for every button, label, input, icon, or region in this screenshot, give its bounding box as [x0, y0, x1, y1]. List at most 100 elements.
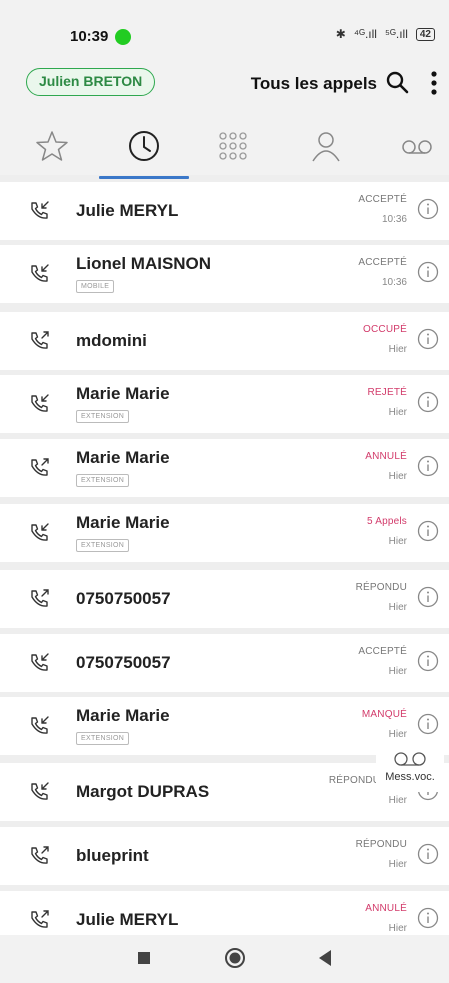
contact-name: 0750750057 — [76, 653, 171, 672]
page-title[interactable]: Tous les appels — [251, 74, 377, 94]
call-row[interactable]: blueprint RÉPONDU Hier — [0, 827, 449, 885]
info-icon[interactable] — [417, 713, 439, 735]
contact-name: Marie Marie — [76, 448, 170, 467]
incoming-call-icon — [31, 264, 49, 282]
number-type-badge: EXTENSION — [76, 732, 130, 745]
incoming-call-icon — [31, 716, 49, 734]
info-icon[interactable] — [417, 455, 439, 477]
contact-name: mdomini — [76, 331, 147, 350]
contact-name: Lionel MAISNON — [76, 254, 212, 273]
tab-keypad[interactable] — [213, 126, 253, 166]
call-row[interactable]: mdomini OCCUPÉ Hier — [0, 312, 449, 370]
call-row[interactable]: Marie Marie EXTENSION REJETÉ Hier — [0, 375, 449, 433]
incoming-call-icon — [31, 523, 49, 541]
call-row[interactable]: 0750750057 RÉPONDU Hier — [0, 570, 449, 628]
number-type-badge: MOBILE — [76, 280, 115, 293]
battery-icon: 42 — [415, 27, 435, 41]
call-time: Hier — [388, 666, 407, 677]
info-icon[interactable] — [417, 198, 439, 220]
call-time: Hier — [388, 795, 407, 806]
info-icon[interactable] — [417, 328, 439, 350]
outgoing-call-icon — [31, 331, 49, 349]
call-status: OCCUPÉ — [363, 324, 407, 335]
search-icon[interactable] — [385, 70, 409, 94]
clock-icon — [129, 131, 159, 161]
keypad-icon — [219, 132, 247, 160]
number-type-badge: EXTENSION — [76, 410, 130, 423]
call-row[interactable]: 0750750057 ACCEPTÉ Hier — [0, 634, 449, 692]
home-icon[interactable] — [224, 947, 246, 969]
call-time: Hier — [388, 859, 407, 870]
call-time: 10:36 — [381, 214, 407, 225]
call-time: Hier — [388, 923, 407, 934]
info-icon[interactable] — [417, 843, 439, 865]
outgoing-call-icon — [31, 910, 49, 928]
app-header: Julien BRETON Tous les appels — [0, 50, 449, 179]
call-time: 10:36 — [381, 277, 407, 288]
call-status: RÉPONDU — [355, 839, 407, 850]
recent-apps-icon[interactable] — [137, 951, 151, 965]
info-icon[interactable] — [417, 907, 439, 929]
clock: 10:39 — [70, 28, 109, 45]
call-time: Hier — [388, 536, 407, 547]
voicemail-icon — [402, 140, 432, 154]
contact-name: blueprint — [76, 846, 149, 865]
contact-name: 0750750057 — [76, 589, 171, 608]
back-icon[interactable] — [318, 949, 332, 967]
bluetooth-icon: ✱ — [335, 27, 346, 41]
system-nav-bar — [0, 935, 449, 983]
number-type-badge: EXTENSION — [76, 539, 130, 552]
info-icon[interactable] — [417, 391, 439, 413]
call-row[interactable]: Julie MERYL ACCEPTÉ 10:36 — [0, 182, 449, 240]
status-bar: 10:39 ✱ ⁴ᴳ.ıll ⁵ᴳ.ıll 42 — [0, 0, 449, 50]
info-icon[interactable] — [417, 520, 439, 542]
call-row[interactable]: Lionel MAISNON MOBILE ACCEPTÉ 10:36 — [0, 245, 449, 303]
call-time: Hier — [388, 602, 407, 613]
outgoing-call-icon — [31, 589, 49, 607]
tab-history[interactable] — [124, 126, 164, 166]
tab-contacts[interactable] — [306, 126, 346, 166]
user-chip[interactable]: Julien BRETON — [26, 68, 156, 96]
voicemail-label: Mess.voc. — [385, 771, 435, 783]
incoming-call-icon — [31, 201, 49, 219]
call-time: Hier — [388, 407, 407, 418]
contact-name: Margot DUPRAS — [76, 782, 210, 801]
tab-favorites[interactable] — [32, 126, 72, 166]
incoming-call-icon — [31, 653, 49, 671]
active-call-dot — [115, 29, 131, 45]
call-status: ACCEPTÉ — [358, 646, 407, 657]
more-vert-icon[interactable] — [429, 70, 439, 96]
call-time: Hier — [388, 344, 407, 355]
tab-voicemail[interactable] — [397, 126, 437, 166]
incoming-call-icon — [31, 394, 49, 412]
contact-name: Julie MERYL — [76, 910, 179, 929]
voicemail-icon — [394, 752, 426, 766]
signal-icon-2: ⁵ᴳ.ıll — [384, 27, 408, 41]
info-icon[interactable] — [417, 650, 439, 672]
contact-name: Marie Marie — [76, 513, 170, 532]
call-status: 5 Appels — [367, 516, 407, 527]
call-status: ANNULÉ — [365, 451, 407, 462]
info-icon[interactable] — [417, 261, 439, 283]
call-status: ANNULÉ — [365, 903, 407, 914]
info-icon[interactable] — [417, 586, 439, 608]
contact-name: Marie Marie — [76, 706, 170, 725]
call-row[interactable]: Marie Marie EXTENSION ANNULÉ Hier — [0, 439, 449, 497]
outgoing-call-icon — [31, 458, 49, 476]
signal-icon: ⁴ᴳ.ıll — [353, 27, 377, 41]
incoming-call-icon — [31, 782, 49, 800]
call-status: ACCEPTÉ — [358, 194, 407, 205]
contact-name: Marie Marie — [76, 384, 170, 403]
tab-bar — [0, 116, 449, 176]
call-row[interactable]: Marie Marie EXTENSION 5 Appels Hier — [0, 504, 449, 562]
call-time: Hier — [388, 471, 407, 482]
call-status: RÉPONDU — [355, 582, 407, 593]
system-icons: ✱ ⁴ᴳ.ıll ⁵ᴳ.ıll 42 — [336, 27, 435, 41]
voicemail-shortcut[interactable]: Mess.voc. — [376, 742, 444, 792]
contact-name: Julie MERYL — [76, 201, 179, 220]
star-icon — [36, 131, 68, 161]
outgoing-call-icon — [31, 846, 49, 864]
call-status: REJETÉ — [367, 387, 407, 398]
active-tab-indicator — [99, 176, 189, 179]
call-status: ACCEPTÉ — [358, 257, 407, 268]
